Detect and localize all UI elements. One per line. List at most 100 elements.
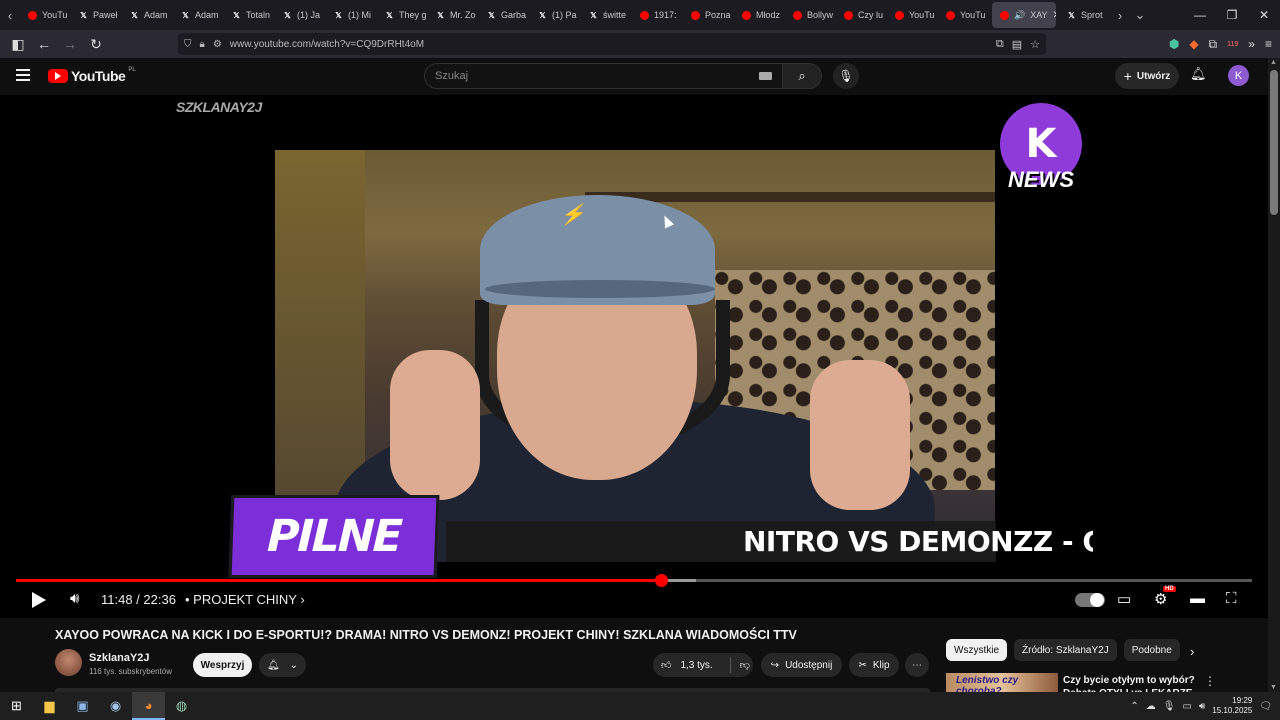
speaker-tray-icon[interactable]: 🔊︎	[1199, 701, 1205, 712]
monitor-app-icon[interactable]: ▣	[66, 692, 99, 720]
extensions-puzzle-icon[interactable]: ⧉	[1209, 37, 1218, 52]
notifications-bell-icon[interactable]: 🔔︎	[1190, 66, 1207, 82]
tab-item[interactable]: 𝕏 Mr. Zo	[428, 0, 479, 30]
chip-related[interactable]: Podobne	[1123, 639, 1180, 661]
scroll-down-icon[interactable]: ▼	[1270, 684, 1277, 691]
chip-source[interactable]: Źródło: SzklanaY2J	[1014, 639, 1117, 661]
notification-settings-button[interactable]: 🔔︎ ⌄	[259, 653, 306, 677]
recommendation-title[interactable]: Czy bycie otyłym to wybór? Debata OTYLI …	[1063, 674, 1203, 693]
firefox-icon[interactable]: ◕	[132, 692, 165, 720]
like-count[interactable]: 1,3 tys.	[680, 660, 712, 671]
volume-icon[interactable]: 🔊︎	[70, 590, 79, 607]
scrubber-handle[interactable]	[655, 574, 669, 587]
list-all-tabs-button[interactable]: ⌄	[1130, 0, 1150, 30]
tab-item[interactable]: Czy lu	[836, 0, 887, 30]
play-button[interactable]	[32, 592, 46, 608]
tab-item[interactable]: 𝕏 Sprot	[1059, 0, 1110, 30]
voice-search-button[interactable]: 🎙︎	[833, 63, 859, 89]
thumbs-up-icon[interactable]: 👍︎	[661, 659, 671, 671]
permissions-icon[interactable]: ⚙	[213, 39, 222, 50]
onedrive-cloud-icon[interactable]: ☁	[1146, 701, 1156, 712]
hamburger-menu-icon[interactable]	[16, 69, 30, 81]
search-input[interactable]: Szukaj	[424, 63, 783, 89]
overflow-chevron-icon[interactable]: »	[1248, 37, 1255, 51]
youtube-logo[interactable]: YouTube PL	[48, 67, 136, 84]
chip-all[interactable]: Wszystkie	[946, 639, 1007, 661]
create-button[interactable]: + Utwórz	[1115, 63, 1179, 89]
fox-extension-icon[interactable]: ◆	[1189, 37, 1198, 51]
fullscreen-icon[interactable]: ⛶	[1226, 590, 1237, 607]
scroll-up-icon[interactable]: ▲	[1270, 59, 1277, 66]
page-scrollbar[interactable]: ▲ ▼	[1268, 58, 1280, 692]
chips-next-chevron-icon[interactable]: ›	[1190, 644, 1194, 659]
tab-item[interactable]: YouTu	[887, 0, 938, 30]
recommendation-menu-icon[interactable]: ⋮	[1204, 674, 1216, 688]
channel-avatar[interactable]	[55, 649, 82, 676]
progress-bar[interactable]	[16, 574, 1252, 587]
subtitles-icon[interactable]: ▭	[1117, 590, 1131, 608]
tab-item[interactable]: YouTu	[20, 0, 71, 30]
clip-button[interactable]: ✂ Klip	[849, 653, 899, 677]
windows-start-icon[interactable]: ⊞	[0, 692, 33, 720]
extension-badge[interactable]: 119	[1227, 41, 1238, 48]
tab-item[interactable]: YouTu	[938, 0, 989, 30]
tab-active[interactable]: 🔊 XAY ✕	[992, 2, 1056, 28]
theater-mode-icon[interactable]: ▬	[1190, 590, 1205, 607]
recommendation-thumbnail[interactable]: Lenistwo czy choroba?	[946, 673, 1058, 693]
app-menu-icon[interactable]: ≡	[1265, 37, 1272, 51]
tab-item[interactable]: 𝕏 (1) Ja	[275, 0, 326, 30]
forward-icon[interactable]: →	[58, 32, 82, 56]
thumbs-down-icon[interactable]: 👎︎	[740, 659, 750, 671]
more-actions-button[interactable]: ⋯	[905, 653, 929, 677]
tracking-shield-icon[interactable]: ⛉	[184, 39, 192, 50]
tab-item[interactable]: Młodz	[734, 0, 785, 30]
globe-app-icon[interactable]: ◍	[165, 692, 198, 720]
tab-item[interactable]: Pozna	[683, 0, 734, 30]
account-avatar[interactable]: K	[1228, 65, 1249, 86]
close-tab-icon[interactable]: ✕	[1053, 10, 1056, 21]
autoplay-toggle[interactable]	[1075, 593, 1105, 607]
tab-item[interactable]: 𝕏 Totaln	[224, 0, 275, 30]
reader-view-icon[interactable]: ▤	[1012, 38, 1022, 51]
notifications-icon[interactable]: 🗨	[1259, 701, 1272, 712]
address-bar[interactable]: ⛉ 🔒︎ ⚙ www.youtube.com/watch?v=CQ9DrRHt4…	[178, 33, 1046, 55]
search-button[interactable]: ⌕	[782, 63, 822, 89]
support-button[interactable]: Wesprzyj	[193, 653, 252, 677]
steam-icon[interactable]: ◉	[99, 692, 132, 720]
clock[interactable]: 19:29 15.10.2025	[1212, 696, 1252, 716]
url-text[interactable]: www.youtube.com/watch?v=CQ9DrRHt4oM	[230, 39, 424, 50]
channel-name[interactable]: SzklanaY2J	[89, 652, 150, 664]
microphone-tray-icon[interactable]: 🎙︎	[1163, 701, 1176, 712]
tab-item[interactable]: 𝕏 (1) Pa	[530, 0, 581, 30]
tab-item[interactable]: 𝕏świtte	[581, 0, 632, 30]
chapter-button[interactable]: • PROJEKT CHINY ›	[185, 592, 305, 607]
tab-item[interactable]: 𝕏 They g	[377, 0, 428, 30]
back-icon[interactable]: ←	[32, 32, 56, 56]
video-player[interactable]: SZKLANAY2J ⚡ K NEWS NITRO VS DEMONZZ - O…	[0, 95, 1268, 618]
network-icon[interactable]: ▭	[1182, 701, 1191, 712]
minimize-icon[interactable]: —	[1184, 0, 1216, 30]
shield-extension-icon[interactable]: ⬢	[1169, 37, 1179, 51]
sidebar-toggle-icon[interactable]: ◧	[6, 32, 30, 56]
reload-icon[interactable]: ↻	[84, 32, 108, 56]
keyboard-icon[interactable]	[759, 72, 772, 80]
tab-item[interactable]: 𝕏 Adam	[173, 0, 224, 30]
tabs-scroll-left-button[interactable]: ‹	[0, 0, 20, 30]
picture-in-picture-icon[interactable]: ⧉	[996, 38, 1004, 51]
tray-overflow-chevron-icon[interactable]: ⌃	[1130, 701, 1138, 712]
tab-item[interactable]: 𝕏 (1) Mi	[326, 0, 377, 30]
bookmark-star-icon[interactable]: ☆	[1030, 38, 1040, 51]
tab-item[interactable]: 1917:	[632, 0, 683, 30]
share-button[interactable]: ↪ Udostępnij	[761, 653, 842, 677]
tab-item[interactable]: 𝕏 Adam	[122, 0, 173, 30]
lock-icon[interactable]: 🔒︎	[200, 39, 205, 50]
tabs-scroll-right-button[interactable]: ›	[1110, 0, 1130, 30]
tab-item[interactable]: Bollyw	[785, 0, 836, 30]
audio-speaker-icon[interactable]: 🔊	[1014, 10, 1025, 21]
tab-item[interactable]: 𝕏 Garba	[479, 0, 530, 30]
file-explorer-icon[interactable]: ▆	[33, 692, 66, 720]
close-window-icon[interactable]: ✕	[1248, 0, 1280, 30]
settings-gear-icon[interactable]: ⚙	[1154, 590, 1167, 608]
restore-icon[interactable]: ❐	[1216, 0, 1248, 30]
tab-item[interactable]: 𝕏 Paweł	[71, 0, 122, 30]
